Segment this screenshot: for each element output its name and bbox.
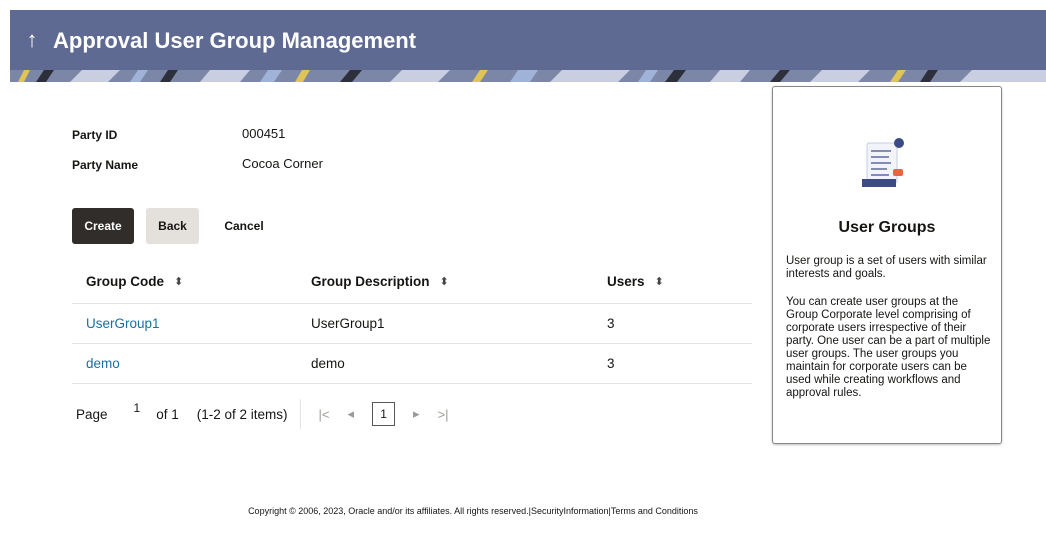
users-count-cell: 3 <box>607 356 615 371</box>
column-header-label: Group Code <box>86 274 164 289</box>
help-panel: User Groups User group is a set of users… <box>772 86 1002 444</box>
footer-copyright: Copyright © 2006, 2023, Oracle and/or it… <box>248 506 698 516</box>
user-groups-table: Group Code ⬍ Group Description ⬍ Users ⬍… <box>72 260 752 384</box>
column-header-label: Group Description <box>311 274 430 289</box>
table-row: demo demo 3 <box>72 344 752 384</box>
pagination-divider <box>299 399 301 429</box>
party-id-value: 000451 <box>242 126 286 141</box>
sort-icon[interactable]: ⬍ <box>655 275 664 288</box>
help-panel-title: User Groups <box>838 219 936 236</box>
page-number-button[interactable]: 1 <box>372 402 396 426</box>
party-name-label: Party Name <box>72 158 139 172</box>
group-description-cell: UserGroup1 <box>311 316 385 331</box>
user-groups-document-icon <box>862 138 904 187</box>
column-header-label: Users <box>607 274 645 289</box>
pagination: Page 1 of 1 (1-2 of 2 items) |< ◂ 1 ▸ >| <box>72 392 512 436</box>
next-page-icon[interactable]: ▸ <box>413 406 420 422</box>
back-button[interactable]: Back <box>146 208 199 244</box>
group-code-link[interactable]: demo <box>86 356 120 371</box>
group-description-cell: demo <box>311 356 345 371</box>
help-paragraph: User group is a set of users with simila… <box>786 255 987 280</box>
footer: Copyright © 2006, 2023, Oracle and/or it… <box>0 506 1046 516</box>
help-paragraph: You can create user groups at the Group … <box>786 296 991 399</box>
last-page-icon[interactable]: >| <box>438 407 449 422</box>
column-header-users[interactable]: Users ⬍ <box>607 274 664 289</box>
cancel-button[interactable]: Cancel <box>216 208 272 244</box>
table-header: Group Code ⬍ Group Description ⬍ Users ⬍ <box>72 260 752 304</box>
page-title: Approval User Group Management <box>53 28 417 53</box>
current-page-input[interactable]: 1 <box>134 401 141 415</box>
column-header-group-code[interactable]: Group Code ⬍ <box>86 274 183 289</box>
page-shell: ↑ Approval User Group Management Party I… <box>10 10 1046 496</box>
previous-page-icon[interactable]: ◂ <box>348 406 355 422</box>
page-label: Page <box>76 406 108 422</box>
create-button[interactable]: Create <box>72 208 134 244</box>
sort-icon[interactable]: ⬍ <box>174 275 183 288</box>
users-count-cell: 3 <box>607 316 615 331</box>
group-code-link[interactable]: UserGroup1 <box>86 316 160 331</box>
header-pattern-banner <box>10 70 1046 82</box>
column-header-group-description[interactable]: Group Description ⬍ <box>311 274 449 289</box>
items-range-label: (1-2 of 2 items) <box>196 406 288 422</box>
party-id-label: Party ID <box>72 128 118 142</box>
total-pages-label: of 1 <box>156 406 179 422</box>
party-name-value: Cocoa Corner <box>242 156 323 171</box>
sort-icon[interactable]: ⬍ <box>440 275 449 288</box>
back-arrow-icon[interactable]: ↑ <box>22 26 42 54</box>
table-row: UserGroup1 UserGroup1 3 <box>72 304 752 344</box>
first-page-icon[interactable]: |< <box>319 407 330 422</box>
page-header: ↑ Approval User Group Management <box>10 10 1046 82</box>
